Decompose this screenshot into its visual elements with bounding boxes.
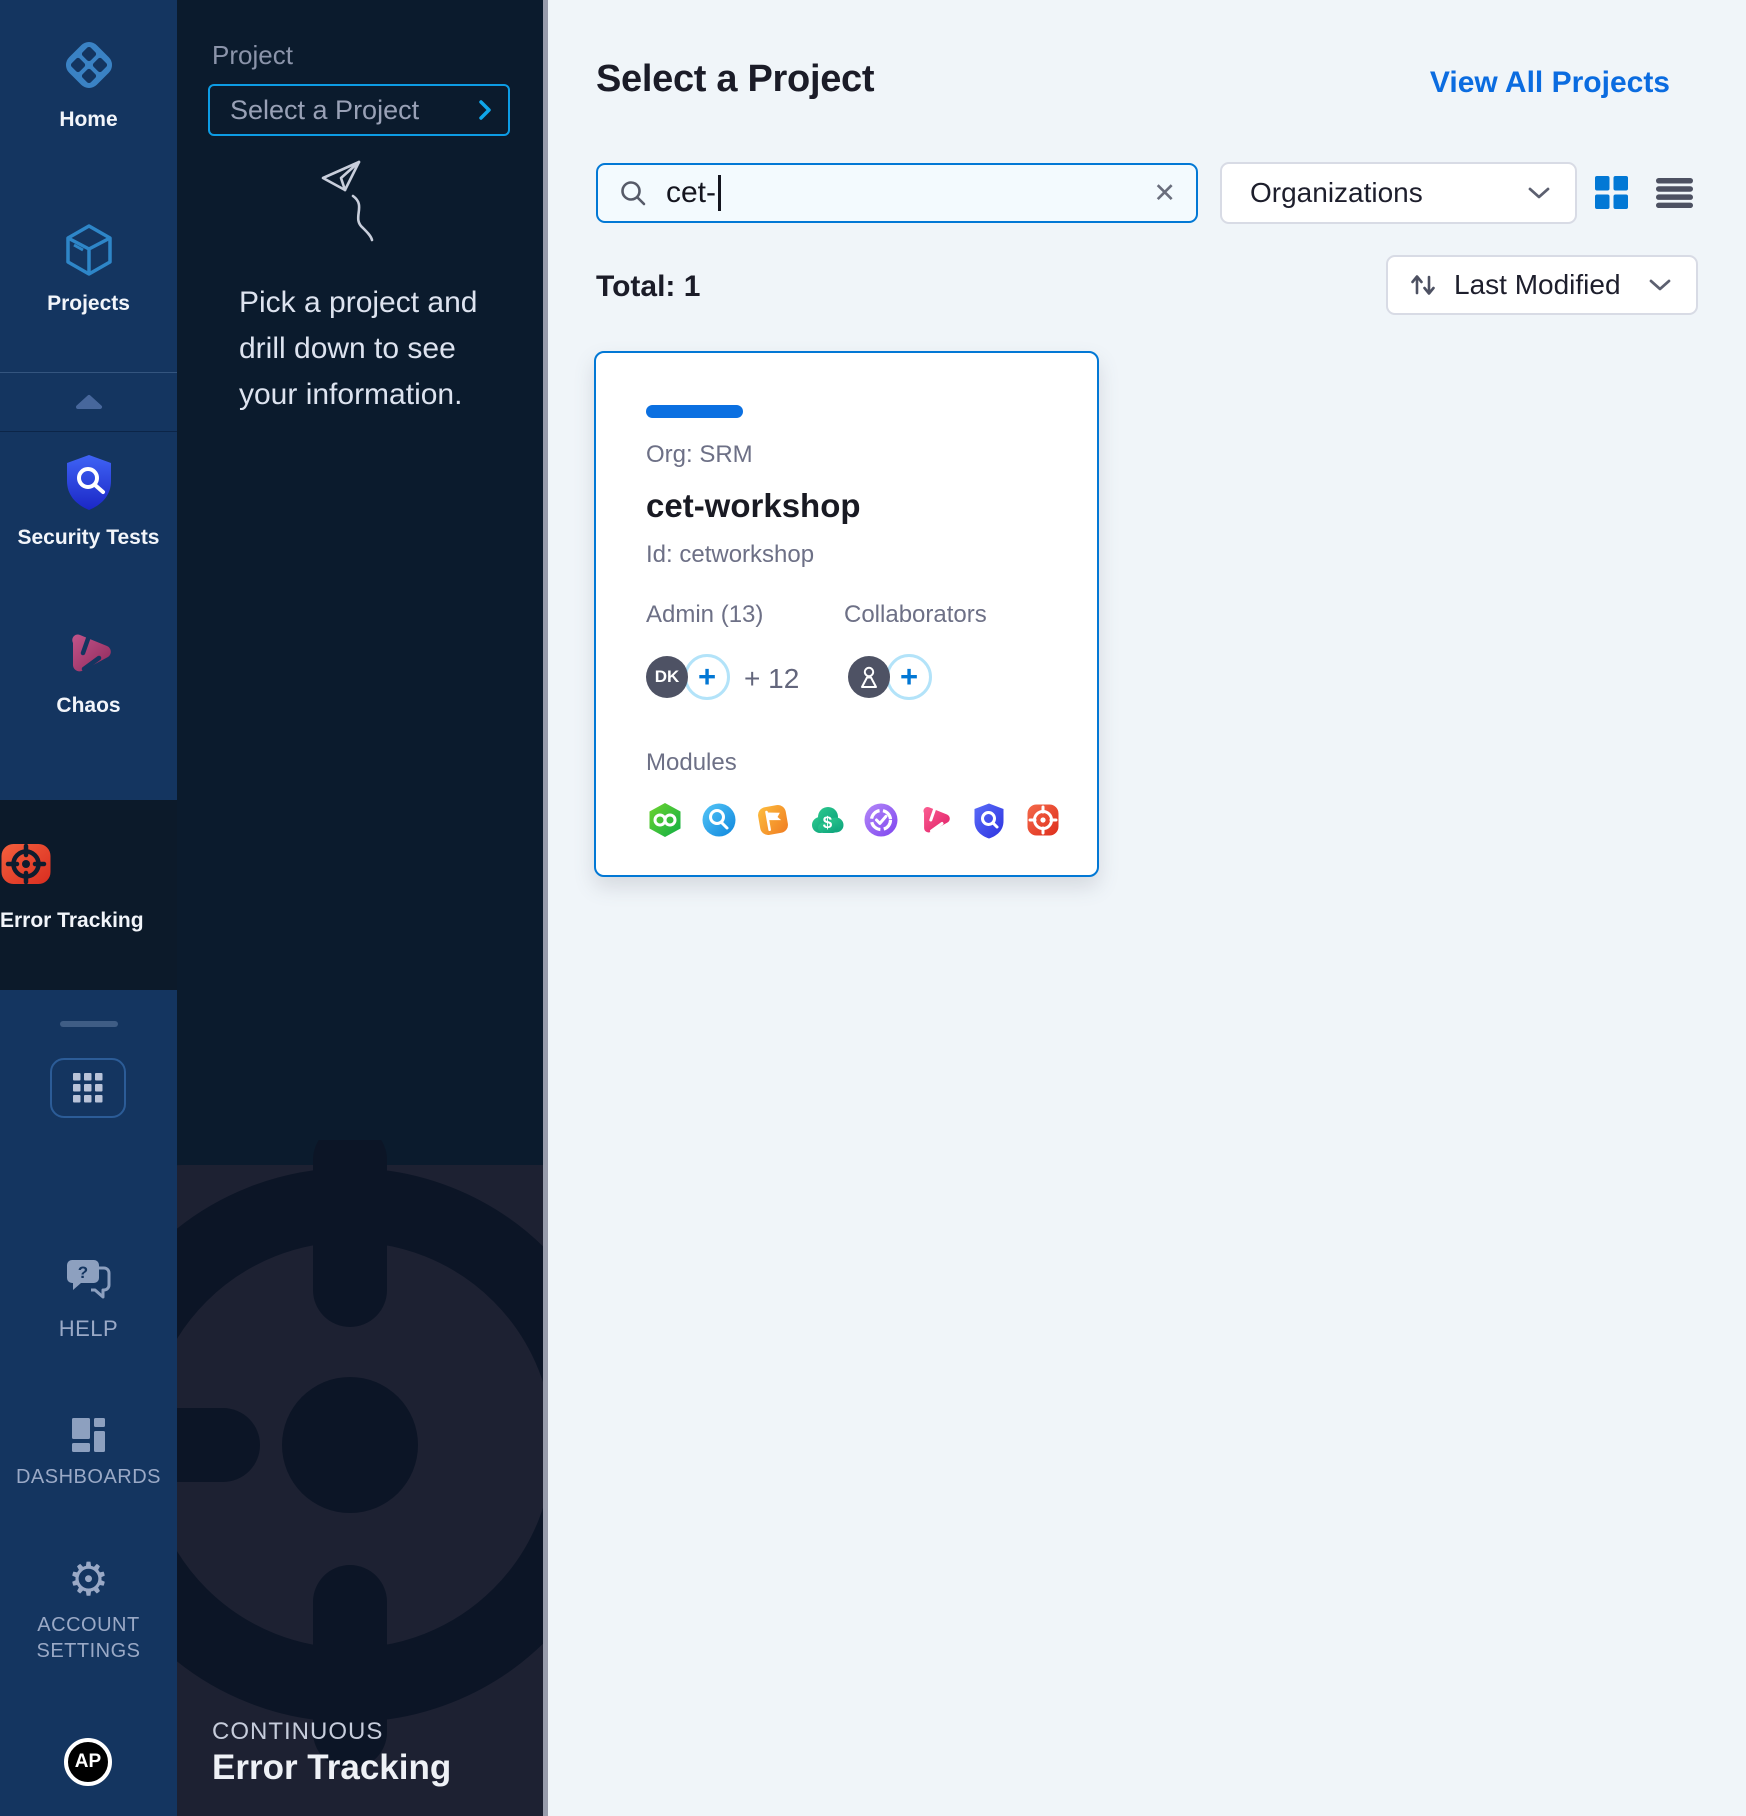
select-project-label: Select a Project <box>230 95 478 126</box>
sidebar-item-label: Security Tests <box>0 526 177 550</box>
view-all-projects-link[interactable]: View All Projects <box>1430 66 1670 100</box>
list-view-icon <box>1656 178 1693 208</box>
help-chat-icon: ? <box>0 1258 177 1302</box>
search-icon <box>618 178 648 208</box>
project-id: Id: cetworkshop <box>646 541 814 569</box>
module-kicker: CONTINUOUS <box>212 1718 383 1746</box>
admin-more-count: + 12 <box>744 663 799 695</box>
total-count: Total: 1 <box>596 270 700 304</box>
sort-arrows-icon <box>1408 270 1438 300</box>
sidebar-item-account-settings[interactable]: ⚙ ACCOUNT SETTINGS <box>0 1556 177 1664</box>
project-section-label: Project <box>212 40 293 71</box>
chevron-up-icon <box>75 394 103 410</box>
svg-text:$: $ <box>823 813 833 832</box>
sidebar-item-label: Home <box>0 108 177 132</box>
panel-hint-text: Pick a project and drill down to see you… <box>239 280 477 418</box>
sidebar-item-chaos[interactable]: Chaos <box>0 626 177 718</box>
sidebar-item-dashboards[interactable]: DASHBOARDS <box>0 1418 177 1489</box>
module-chaos-icon <box>916 801 954 839</box>
sort-dropdown[interactable]: Last Modified <box>1386 255 1698 315</box>
sort-selected-value: Last Modified <box>1454 269 1648 301</box>
clear-search-icon[interactable]: ✕ <box>1153 178 1176 209</box>
sidebar-item-label: Chaos <box>0 694 177 718</box>
scope-selected-value: Organizations <box>1250 177 1527 209</box>
chevron-down-icon <box>1648 278 1672 292</box>
module-title: Error Tracking <box>212 1748 451 1788</box>
modules-row: $ <box>646 801 1062 839</box>
modules-label: Modules <box>646 749 737 777</box>
chaos-icon <box>0 626 177 680</box>
projects-cube-icon <box>0 222 177 278</box>
sidebar-item-home[interactable]: Home <box>0 36 177 132</box>
error-tracking-watermark <box>177 1140 545 1816</box>
add-admin-button[interactable]: + <box>684 654 730 700</box>
paper-plane-doodle <box>315 156 415 256</box>
collaborators-label: Collaborators <box>844 601 987 629</box>
sidebar-item-label: DASHBOARDS <box>0 1466 177 1489</box>
main-content: Select a Project View All Projects cet- … <box>548 0 1746 1816</box>
user-avatar[interactable]: AP <box>64 1738 112 1786</box>
sidebar-collapse-band[interactable] <box>0 372 177 432</box>
add-collaborator-button[interactable]: + <box>886 654 932 700</box>
module-ci-icon <box>646 801 684 839</box>
svg-text:?: ? <box>77 1263 87 1282</box>
search-value: cet- <box>666 176 716 210</box>
admin-label: Admin (13) <box>646 601 763 629</box>
chevron-down-icon <box>1527 186 1551 200</box>
error-tracking-target-icon <box>0 838 177 895</box>
project-panel: Project Select a Project Pick a project … <box>177 0 545 1816</box>
dashboards-icon <box>0 1418 177 1452</box>
project-org: Org: SRM <box>646 441 753 469</box>
project-name: cet-workshop <box>646 487 861 525</box>
panel-main-divider <box>543 0 548 1816</box>
text-cursor <box>718 175 721 211</box>
sidebar-item-label: ACCOUNT SETTINGS <box>19 1612 159 1664</box>
module-srm-icon <box>862 801 900 839</box>
list-view-button[interactable] <box>1656 178 1693 213</box>
sidebar-item-label: HELP <box>0 1316 177 1342</box>
gear-icon: ⚙ <box>0 1556 177 1602</box>
grid-view-icon <box>1595 176 1628 209</box>
admin-avatar: DK <box>646 656 688 698</box>
sidebar-item-error-tracking[interactable]: Error Tracking <box>0 800 177 990</box>
collaborator-avatar <box>848 656 890 698</box>
module-sto-icon <box>970 801 1008 839</box>
home-icon <box>0 36 177 94</box>
sidebar: Home Projects Security <box>0 0 177 1816</box>
sidebar-item-label: Projects <box>0 292 177 316</box>
grid-view-button[interactable] <box>1595 176 1628 214</box>
search-input[interactable]: cet- ✕ <box>596 163 1198 223</box>
person-icon <box>856 664 882 690</box>
sidebar-item-security-tests[interactable]: Security Tests <box>0 452 177 550</box>
sidebar-item-label: Error Tracking <box>0 909 177 933</box>
select-project-button[interactable]: Select a Project <box>208 84 510 136</box>
sidebar-item-projects[interactable]: Projects <box>0 222 177 316</box>
module-error-tracking-icon <box>1024 801 1062 839</box>
project-color-bar <box>646 405 743 418</box>
apps-grid-icon <box>73 1073 103 1103</box>
page-title: Select a Project <box>596 58 874 101</box>
module-cloud-cost-icon: $ <box>808 801 846 839</box>
scope-dropdown[interactable]: Organizations <box>1220 162 1577 224</box>
module-feature-flags-icon <box>754 801 792 839</box>
chevron-right-icon <box>478 99 492 121</box>
module-sei-icon <box>700 801 738 839</box>
sidebar-divider <box>0 990 177 1058</box>
sidebar-item-help[interactable]: ? HELP <box>0 1258 177 1342</box>
project-card[interactable]: Org: SRM cet-workshop Id: cetworkshop Ad… <box>594 351 1099 877</box>
module-switcher-button[interactable] <box>50 1058 126 1118</box>
security-tests-shield-icon <box>0 452 177 512</box>
